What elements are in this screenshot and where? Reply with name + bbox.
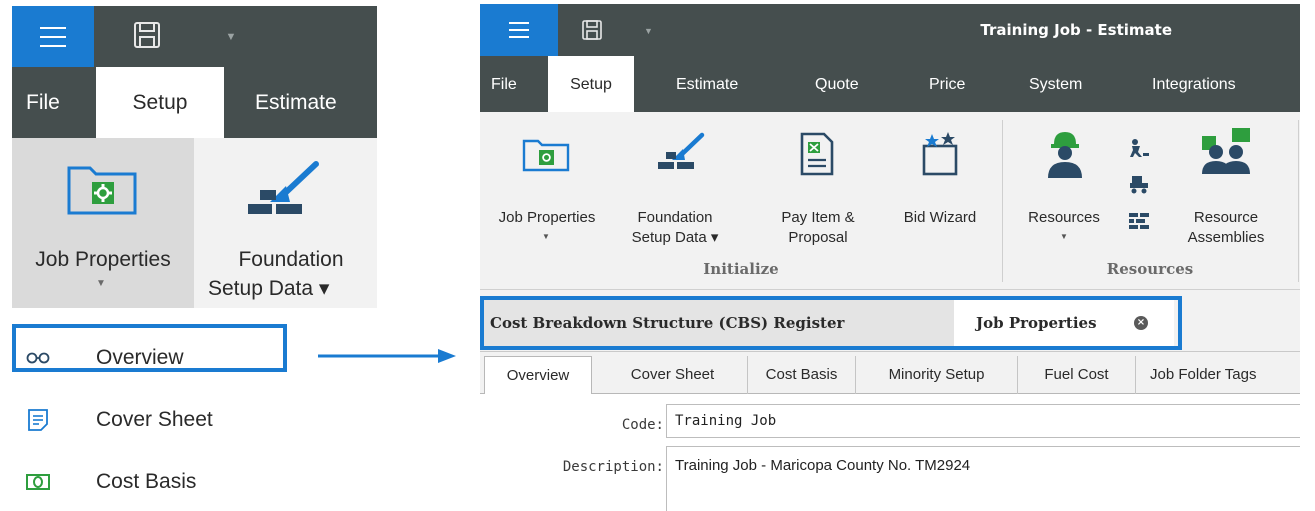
- description-input[interactable]: Training Job - Maricopa County No. TM292…: [666, 446, 1300, 511]
- chevron-down-icon: ▼: [542, 232, 550, 241]
- subtab-job-folder-tags[interactable]: Job Folder Tags: [1136, 356, 1300, 394]
- hamburger-menu-button[interactable]: [12, 6, 94, 67]
- group-separator: [1002, 120, 1003, 282]
- group-label-resources: Resources: [1106, 260, 1194, 278]
- pay-item-proposal-button[interactable]: Pay Item & Proposal: [762, 118, 874, 250]
- ribbon-panel: Job Properties ▼ Foundation Setup Data ▾: [12, 138, 377, 308]
- worker-icon: [1048, 132, 1082, 178]
- document-tabs-highlight-box: [480, 296, 1182, 350]
- job-properties-button[interactable]: Job Properties ▼: [12, 138, 194, 308]
- subtab-cover-sheet[interactable]: Cover Sheet: [598, 356, 748, 394]
- foundation-setup-data-label: Setup Data ▾: [631, 229, 719, 246]
- hamburger-icon: [40, 26, 66, 47]
- pay-item-label: Pay Item &: [781, 209, 855, 226]
- description-label: Description:: [562, 459, 664, 475]
- resource-label: Resource: [1193, 209, 1259, 226]
- job-properties-dropdown-menu: Overview Cover Sheet Cost Basis: [12, 308, 377, 511]
- ribbon-tab-row: File Setup Estimate Quote Price System I…: [480, 56, 1300, 112]
- group-label-initialize: Initialize: [703, 260, 779, 278]
- save-icon[interactable]: [581, 19, 603, 41]
- tab-file[interactable]: File: [491, 56, 517, 112]
- foundation-icon: [248, 161, 319, 214]
- chevron-down-icon: ▼: [1060, 232, 1068, 241]
- labor-icon[interactable]: [1128, 138, 1150, 158]
- foundation-setup-data-button[interactable]: Foundation Setup Data ▾: [616, 118, 734, 250]
- ribbon-panel: Job Properties ▼ Foundation Setup Data ▾: [480, 112, 1300, 290]
- application-window: Training Job - Estimate ▼ File Setup Est…: [480, 4, 1300, 511]
- resource-assemblies-button[interactable]: Resource Assemblies: [1170, 118, 1282, 250]
- resources-button[interactable]: Resources ▼: [1012, 118, 1116, 250]
- menu-item-cost-basis[interactable]: Cost Basis: [12, 452, 377, 511]
- subtab-minority-setup[interactable]: Minority Setup: [856, 356, 1018, 394]
- folder-gear-icon: [67, 166, 137, 215]
- title-bar: ▼: [12, 6, 377, 67]
- code-label: Code:: [621, 417, 664, 433]
- document-icon: [28, 409, 48, 431]
- material-icon[interactable]: [1128, 212, 1150, 230]
- menu-item-label: Cost Basis: [96, 470, 197, 493]
- foundation-label[interactable]: Foundation: [206, 248, 376, 272]
- money-icon: [26, 474, 50, 490]
- proposal-label: Proposal: [788, 229, 848, 246]
- left-zoom-panel: ▼ File Setup Estimate Job Properties ▼ F…: [12, 6, 377, 511]
- title-bar: Training Job - Estimate ▼: [480, 4, 1300, 56]
- tab-quote[interactable]: Quote: [815, 56, 859, 112]
- ribbon-tab-row: File Setup Estimate: [12, 67, 377, 138]
- connector-arrow: [318, 349, 456, 363]
- window-title: Training Job - Estimate: [980, 21, 1172, 39]
- job-properties-label: Job Properties: [498, 209, 596, 226]
- tab-system[interactable]: System: [1029, 56, 1082, 112]
- wizard-stars-icon: [922, 132, 958, 176]
- menu-item-label: Cover Sheet: [96, 408, 213, 431]
- spreadsheet-document-icon: [800, 132, 834, 176]
- tab-file[interactable]: File: [26, 67, 60, 138]
- tab-estimate[interactable]: Estimate: [255, 67, 337, 138]
- menu-item-cover-sheet[interactable]: Cover Sheet: [12, 390, 377, 450]
- overview-form: Code: Training Job Description: Training…: [480, 394, 1300, 511]
- hamburger-menu-button[interactable]: [480, 4, 558, 56]
- subtab-cost-basis[interactable]: Cost Basis: [748, 356, 856, 394]
- hamburger-icon: [509, 22, 529, 38]
- quick-access-dropdown-icon[interactable]: ▼: [644, 26, 653, 36]
- resources-label: Resources: [1028, 209, 1100, 226]
- tab-price[interactable]: Price: [929, 56, 965, 112]
- tab-estimate[interactable]: Estimate: [676, 56, 738, 112]
- foundation-label: Foundation: [637, 209, 713, 226]
- bid-wizard-button[interactable]: Bid Wizard: [886, 118, 994, 250]
- equipment-icon[interactable]: [1128, 174, 1150, 194]
- subtab-overview[interactable]: Overview: [484, 356, 592, 395]
- save-icon[interactable]: [132, 20, 162, 50]
- job-properties-button[interactable]: Job Properties ▼: [486, 118, 608, 250]
- chevron-down-icon: ▼: [96, 278, 106, 289]
- code-input[interactable]: Training Job: [666, 404, 1300, 438]
- job-properties-label: Job Properties: [35, 248, 171, 271]
- tab-integrations[interactable]: Integrations: [1152, 56, 1236, 112]
- job-properties-subtabs: Overview Cover Sheet Cost Basis Minority…: [480, 352, 1300, 395]
- tab-setup[interactable]: Setup: [96, 67, 224, 138]
- subtab-fuel-cost[interactable]: Fuel Cost: [1018, 356, 1136, 394]
- tab-setup[interactable]: Setup: [548, 56, 634, 112]
- resource-assemblies-icon: [1202, 128, 1250, 174]
- folder-gear-icon: [522, 139, 570, 172]
- foundation-icon: [658, 132, 705, 169]
- quick-access-dropdown-icon[interactable]: ▼: [224, 30, 238, 44]
- document-tab-bar: Cost Breakdown Structure (CBS) Register …: [480, 290, 1300, 352]
- group-separator: [1298, 120, 1299, 282]
- overview-highlight-box: [12, 324, 287, 372]
- bid-wizard-label: Bid Wizard: [903, 209, 977, 226]
- assemblies-label: Assemblies: [1187, 229, 1265, 246]
- foundation-setup-data-label[interactable]: Setup Data ▾: [208, 276, 329, 301]
